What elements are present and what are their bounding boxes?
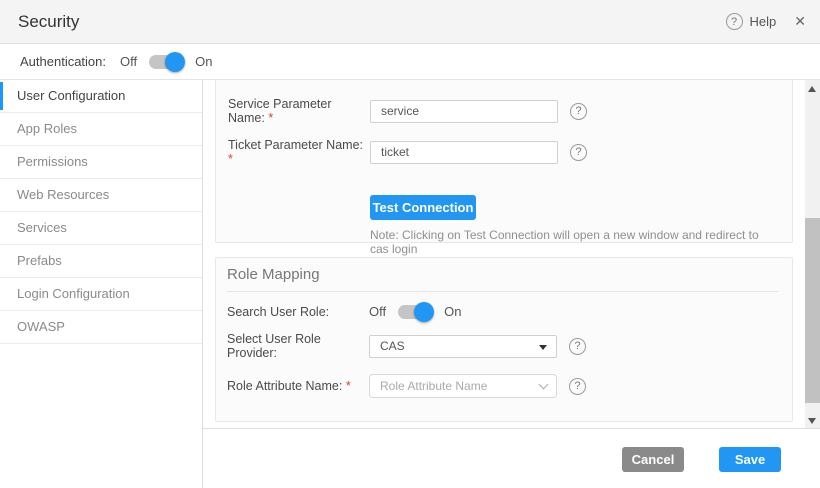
role-attribute-input[interactable] xyxy=(369,374,557,398)
scrollbar-thumb[interactable] xyxy=(805,218,820,403)
cancel-button[interactable]: Cancel xyxy=(622,447,684,472)
role-attribute-combobox[interactable] xyxy=(369,374,557,398)
close-icon[interactable]: ✕ xyxy=(794,13,806,30)
role-provider-selected-value: CAS xyxy=(380,339,405,353)
service-parameter-row: Service Parameter Name: * ? xyxy=(228,97,780,125)
header-actions: ? Help ✕ xyxy=(726,13,806,30)
security-dialog: Security ? Help ✕ Authentication: Off On… xyxy=(0,0,820,488)
ticket-parameter-label: Ticket Parameter Name: * xyxy=(228,138,370,166)
search-user-role-row: Search User Role: Off On xyxy=(227,304,780,319)
help-icon[interactable]: ? xyxy=(570,103,587,120)
help-icon[interactable]: ? xyxy=(570,144,587,161)
search-user-role-label: Search User Role: xyxy=(227,305,369,319)
help-icon[interactable]: ? xyxy=(726,13,743,30)
vertical-scrollbar[interactable] xyxy=(805,80,820,428)
authentication-label: Authentication: xyxy=(20,54,106,69)
role-mapping-title: Role Mapping xyxy=(227,266,780,283)
settings-sidebar: User Configuration App Roles Permissions… xyxy=(0,80,203,488)
cas-connection-panel: Service Parameter Name: * ? Ticket Param… xyxy=(215,80,793,243)
authentication-toggle[interactable] xyxy=(149,55,183,69)
sidebar-item-permissions[interactable]: Permissions xyxy=(0,146,202,179)
role-provider-row: Select User Role Provider: CAS ? xyxy=(227,332,780,360)
role-attribute-label: Role Attribute Name: * xyxy=(227,379,369,393)
dialog-header: Security ? Help ✕ xyxy=(0,0,820,44)
role-provider-select[interactable]: CAS xyxy=(369,335,557,358)
authentication-off-label: Off xyxy=(120,54,137,69)
help-link[interactable]: Help xyxy=(750,14,777,29)
dialog-footer: Cancel Save xyxy=(203,428,820,488)
sidebar-item-login-configuration[interactable]: Login Configuration xyxy=(0,278,202,311)
role-mapping-panel: Role Mapping Search User Role: Off On Se… xyxy=(215,257,793,422)
save-button[interactable]: Save xyxy=(719,447,781,472)
page-title: Security xyxy=(18,12,79,32)
toggle-knob xyxy=(414,302,434,322)
scroll-down-icon[interactable] xyxy=(808,418,816,424)
sidebar-item-owasp[interactable]: OWASP xyxy=(0,311,202,344)
main-content: Service Parameter Name: * ? Ticket Param… xyxy=(203,80,820,488)
ticket-parameter-input[interactable] xyxy=(370,141,558,164)
authentication-bar: Authentication: Off On xyxy=(0,44,820,80)
authentication-on-label: On xyxy=(195,54,212,69)
test-connection-note: Note: Clicking on Test Connection will o… xyxy=(370,228,780,256)
search-user-role-toggle[interactable] xyxy=(398,305,432,319)
sidebar-item-user-configuration[interactable]: User Configuration xyxy=(0,80,202,113)
service-parameter-label: Service Parameter Name: * xyxy=(228,97,370,125)
required-asterisk: * xyxy=(346,379,351,393)
sidebar-item-prefabs[interactable]: Prefabs xyxy=(0,245,202,278)
required-asterisk: * xyxy=(228,152,233,166)
help-icon[interactable]: ? xyxy=(569,338,586,355)
role-provider-label: Select User Role Provider: xyxy=(227,332,369,360)
search-user-role-on-label: On xyxy=(444,304,461,319)
dropdown-arrow-icon xyxy=(539,345,547,350)
scroll-up-icon[interactable] xyxy=(808,86,816,92)
sidebar-item-services[interactable]: Services xyxy=(0,212,202,245)
toggle-knob xyxy=(165,52,185,72)
role-attribute-row: Role Attribute Name: * ? xyxy=(227,374,780,398)
scroll-viewport: Service Parameter Name: * ? Ticket Param… xyxy=(203,80,804,428)
sidebar-item-app-roles[interactable]: App Roles xyxy=(0,113,202,146)
search-user-role-off-label: Off xyxy=(369,304,386,319)
required-asterisk: * xyxy=(268,111,273,125)
service-parameter-input[interactable] xyxy=(370,100,558,123)
sidebar-item-web-resources[interactable]: Web Resources xyxy=(0,179,202,212)
section-divider xyxy=(227,291,778,292)
ticket-parameter-row: Ticket Parameter Name: * ? xyxy=(228,138,780,166)
test-connection-button[interactable]: Test Connection xyxy=(370,195,476,220)
help-icon[interactable]: ? xyxy=(569,378,586,395)
